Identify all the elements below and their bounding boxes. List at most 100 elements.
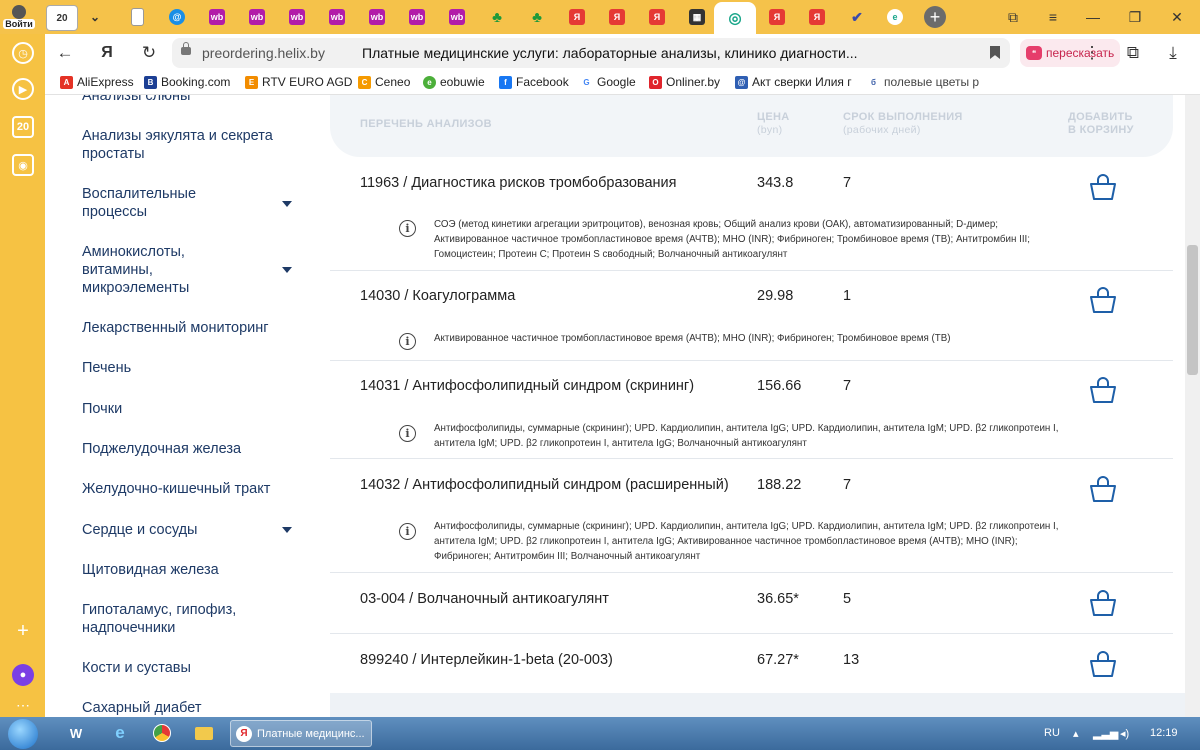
screenshot-icon[interactable]: ◉ — [12, 154, 34, 176]
info-icon[interactable]: i — [399, 333, 416, 350]
row-name[interactable]: 14030 / Коагулограмма — [360, 288, 515, 304]
tab-mail[interactable]: @ — [162, 5, 192, 29]
downloads-icon[interactable]: ⤓ — [1163, 43, 1183, 63]
basket-icon[interactable] — [1088, 375, 1118, 405]
tab-wb-2[interactable]: wb — [242, 5, 272, 29]
language-indicator[interactable]: RU — [1044, 727, 1060, 739]
tab-yandex-4[interactable]: Я — [762, 5, 792, 29]
tab-yandex-2[interactable]: Я — [602, 5, 632, 29]
word-icon[interactable]: W — [64, 721, 88, 745]
yandex-logo-icon[interactable]: Я — [97, 43, 117, 63]
scrollbar-thumb[interactable] — [1187, 245, 1198, 375]
menu-item-drug-monitoring[interactable]: Лекарственный мониторинг — [82, 319, 269, 337]
bookmark-akt[interactable]: @ Акт сверки Илия г — [735, 75, 852, 89]
tab-wb-6[interactable]: wb — [402, 5, 432, 29]
back-icon[interactable]: ← — [55, 43, 75, 63]
taskbar-browser-window[interactable]: Я Платные медицинс... — [230, 720, 372, 747]
row-name[interactable]: 11963 / Диагностика рисков тромбобразова… — [360, 175, 676, 191]
more-icon[interactable]: ⋯ — [12, 694, 34, 716]
chevron-down-icon[interactable] — [282, 201, 292, 207]
menu-item-diabetes[interactable]: Сахарный диабет — [82, 699, 201, 717]
menu-item-liver[interactable]: Печень — [82, 359, 131, 377]
menu-item-ejaculate[interactable]: Анализы эякулята и секрета простаты — [82, 127, 292, 163]
profile-button[interactable]: Войти — [2, 2, 36, 32]
menu-icon[interactable]: ≡ — [1040, 6, 1066, 28]
tab-wb-4[interactable]: wb — [322, 5, 352, 29]
menu-item-bones[interactable]: Кости и суставы — [82, 659, 191, 677]
row-name[interactable]: 03-004 / Волчаночный антикоагулянт — [360, 591, 609, 607]
bookmark-google[interactable]: G Google — [580, 75, 636, 89]
new-tab-button[interactable]: + — [924, 6, 946, 28]
bookmark-ceneo[interactable]: C Ceneo — [358, 75, 410, 89]
reload-icon[interactable]: ↻ — [139, 43, 159, 63]
close-icon[interactable]: ✕ — [1164, 6, 1190, 28]
basket-icon[interactable] — [1088, 649, 1118, 679]
clock[interactable]: 12:19 — [1150, 727, 1178, 739]
menu-item-amino[interactable]: Аминокислоты, витамины, микроэлементы — [82, 243, 222, 297]
tab-clover-2[interactable]: ♣ — [522, 5, 552, 29]
tab-yandex-1[interactable]: Я — [562, 5, 592, 29]
bookmark-facebook[interactable]: f Facebook — [499, 75, 569, 89]
info-icon[interactable]: i — [399, 220, 416, 237]
tab-wb-7[interactable]: wb — [442, 5, 472, 29]
chevron-down-icon[interactable] — [282, 267, 292, 273]
page-scrollbar[interactable] — [1185, 95, 1200, 717]
tab-clover-1[interactable]: ♣ — [482, 5, 512, 29]
retell-button[interactable]: ❝ пересказать — [1020, 39, 1120, 67]
volume-icon[interactable]: ◂) — [1120, 727, 1129, 740]
basket-icon[interactable] — [1088, 588, 1118, 618]
play-icon[interactable]: ▶ — [12, 78, 34, 100]
tab-counter-button[interactable]: 20 — [46, 5, 78, 31]
chevron-down-icon[interactable] — [282, 527, 292, 533]
alice-icon[interactable]: ● — [12, 664, 34, 686]
menu-item-hypothalamus[interactable]: Гипоталамус, гипофиз, надпочечники — [82, 601, 262, 637]
bookmark-eobuwie[interactable]: e eobuwie — [423, 75, 485, 89]
restore-icon[interactable]: ❐ — [1122, 6, 1148, 28]
basket-icon[interactable] — [1088, 285, 1118, 315]
row-name[interactable]: 14031 / Антифосфолипидный синдром (скрин… — [360, 378, 694, 394]
menu-item-kidneys[interactable]: Почки — [82, 400, 122, 418]
menu-item-gi-tract[interactable]: Желудочно-кишечный тракт — [82, 480, 270, 498]
tab-helix-active[interactable]: ◎ — [714, 2, 756, 34]
menu-item-saliva[interactable]: Анализы слюны — [82, 95, 190, 105]
menu-item-pancreas[interactable]: Поджелудочная железа — [82, 440, 241, 458]
chrome-icon[interactable] — [150, 721, 174, 745]
tab-wb-1[interactable]: wb — [202, 5, 232, 29]
url-field[interactable]: preordering.helix.by Платные медицинские… — [172, 38, 1010, 68]
basket-icon[interactable] — [1088, 172, 1118, 202]
bookmark-booking[interactable]: B Booking.com — [144, 75, 230, 89]
tab-blank[interactable] — [122, 5, 152, 29]
folder-icon[interactable] — [192, 721, 216, 745]
info-icon[interactable]: i — [399, 523, 416, 540]
menu-item-heart[interactable]: Сердце и сосуды — [82, 521, 197, 539]
tab-wb-5[interactable]: wb — [362, 5, 392, 29]
tray-arrow-icon[interactable]: ▴ — [1073, 727, 1079, 740]
tab-checkmark[interactable]: ✔ — [842, 5, 872, 29]
add-icon[interactable]: + — [12, 620, 34, 642]
menu-item-inflammation[interactable]: Воспалительные процессы — [82, 185, 222, 221]
ie-icon[interactable]: e — [108, 721, 132, 745]
bookmark-aliexpress[interactable]: A AliExpress — [60, 75, 134, 89]
info-icon[interactable]: i — [399, 425, 416, 442]
tab-yandex-5[interactable]: Я — [802, 5, 832, 29]
collections-icon[interactable]: ⧉ — [1000, 6, 1026, 28]
tabs-dropdown-icon[interactable]: ⌄ — [80, 5, 110, 29]
tab-wb-3[interactable]: wb — [282, 5, 312, 29]
bookmark-rtv[interactable]: E RTV EURO AGD — [245, 75, 352, 89]
tab-e[interactable]: e — [880, 5, 910, 29]
more-vertical-icon[interactable]: ⋮ — [1082, 43, 1102, 63]
tab-yandex-3[interactable]: Я — [642, 5, 672, 29]
menu-item-thyroid[interactable]: Щитовидная железа — [82, 561, 219, 579]
bookmark-flowers[interactable]: б полевые цветы р — [867, 75, 979, 89]
bookmark-icon[interactable] — [990, 46, 1000, 59]
counter-icon[interactable]: 20 — [12, 116, 34, 138]
bookmark-onliner[interactable]: O Onliner.by — [649, 75, 720, 89]
start-button[interactable] — [8, 719, 38, 749]
tab-image[interactable]: ▦ — [682, 5, 712, 29]
basket-icon[interactable] — [1088, 474, 1118, 504]
row-name[interactable]: 899240 / Интерлейкин-1-beta (20-003) — [360, 652, 613, 668]
history-icon[interactable]: ◷ — [12, 42, 34, 64]
minimize-icon[interactable]: — — [1080, 6, 1106, 28]
extensions-icon[interactable]: ⧉ — [1123, 43, 1143, 63]
network-icon[interactable]: ▂▃▅ — [1093, 727, 1118, 740]
